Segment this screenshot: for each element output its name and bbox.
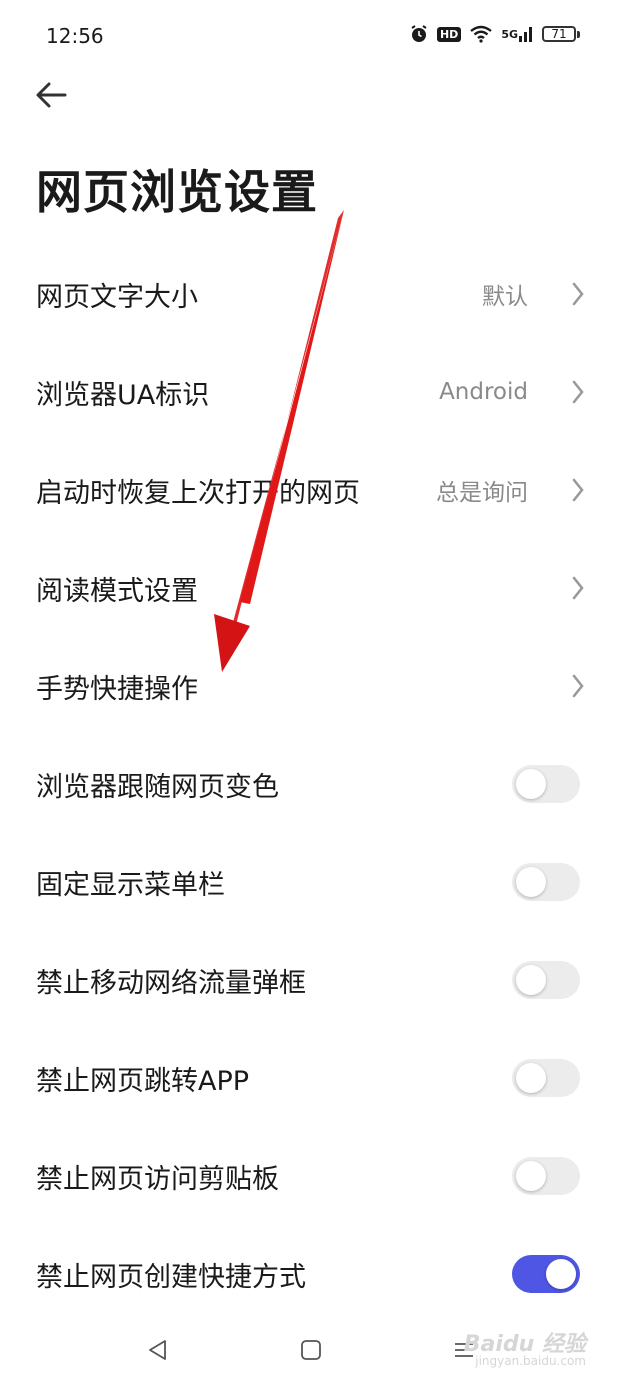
toggle-knob <box>516 867 546 897</box>
chevron-right-icon <box>570 574 586 602</box>
status-time: 12:56 <box>46 24 104 48</box>
setting-label: 浏览器跟随网页变色 <box>36 771 279 803</box>
watermark-url: jingyan.baidu.com <box>475 1354 586 1368</box>
setting-value: 默认 <box>482 284 528 310</box>
toggle-switch[interactable] <box>512 961 580 999</box>
square-home-icon <box>301 1340 321 1360</box>
toggle-switch[interactable] <box>512 1255 580 1293</box>
setting-label: 固定显示菜单栏 <box>36 869 225 901</box>
setting-value: Android <box>439 379 528 405</box>
arrow-left-icon <box>36 82 67 108</box>
toggle-switch[interactable] <box>512 1059 580 1097</box>
setting-value: 总是询问 <box>436 480 528 506</box>
setting-label: 浏览器UA标识 <box>36 379 210 411</box>
setting-fixed-menu-bar[interactable]: 固定显示菜单栏 <box>0 833 620 931</box>
setting-block-data-popup[interactable]: 禁止移动网络流量弹框 <box>0 931 620 1029</box>
setting-label: 网页文字大小 <box>36 281 198 313</box>
back-button[interactable] <box>30 76 72 114</box>
alarm-icon <box>409 24 429 44</box>
status-bar: 12:56 HD 5G 71 <box>0 0 620 76</box>
battery-icon: 71 <box>542 26 580 42</box>
battery-level: 71 <box>551 27 567 41</box>
setting-ua-identity[interactable]: 浏览器UA标识 Android <box>0 343 620 441</box>
setting-label: 手势快捷操作 <box>36 673 198 705</box>
setting-label: 禁止移动网络流量弹框 <box>36 967 306 999</box>
cellular-signal-icon: 5G <box>501 26 534 42</box>
setting-block-clipboard[interactable]: 禁止网页访问剪贴板 <box>0 1127 620 1225</box>
toggle-knob <box>546 1259 576 1289</box>
hd-icon: HD <box>436 26 462 42</box>
nav-back-button[interactable] <box>138 1334 178 1366</box>
settings-list: 网页文字大小 默认 浏览器UA标识 Android 启动时恢复上次打开的网页 总… <box>0 245 620 1323</box>
setting-label: 启动时恢复上次打开的网页 <box>36 477 360 509</box>
setting-label: 阅读模式设置 <box>36 575 198 607</box>
setting-block-app-redirect[interactable]: 禁止网页跳转APP <box>0 1029 620 1127</box>
toggle-switch[interactable] <box>512 863 580 901</box>
setting-label: 禁止网页访问剪贴板 <box>36 1163 279 1195</box>
setting-follow-page-color[interactable]: 浏览器跟随网页变色 <box>0 735 620 833</box>
setting-label: 禁止网页跳转APP <box>36 1065 250 1097</box>
setting-restore-pages[interactable]: 启动时恢复上次打开的网页 总是询问 <box>0 441 620 539</box>
setting-label: 禁止网页创建快捷方式 <box>36 1261 306 1293</box>
wifi-icon <box>469 25 493 43</box>
toggle-switch[interactable] <box>512 1157 580 1195</box>
chevron-right-icon <box>570 672 586 700</box>
network-type: 5G <box>501 27 518 41</box>
setting-font-size[interactable]: 网页文字大小 默认 <box>0 245 620 343</box>
setting-gesture-shortcuts[interactable]: 手势快捷操作 <box>0 637 620 735</box>
setting-reading-mode[interactable]: 阅读模式设置 <box>0 539 620 637</box>
toggle-knob <box>516 769 546 799</box>
toggle-switch[interactable] <box>512 765 580 803</box>
chevron-right-icon <box>570 476 586 504</box>
toggle-knob <box>516 965 546 995</box>
triangle-back-icon <box>149 1340 166 1360</box>
toggle-knob <box>516 1063 546 1093</box>
chevron-right-icon <box>570 280 586 308</box>
setting-block-shortcuts[interactable]: 禁止网页创建快捷方式 <box>0 1225 620 1323</box>
nav-home-button[interactable] <box>291 1334 331 1366</box>
status-icons: HD 5G 71 <box>409 24 580 44</box>
chevron-right-icon <box>570 378 586 406</box>
toggle-knob <box>516 1161 546 1191</box>
page-title: 网页浏览设置 <box>36 165 318 219</box>
